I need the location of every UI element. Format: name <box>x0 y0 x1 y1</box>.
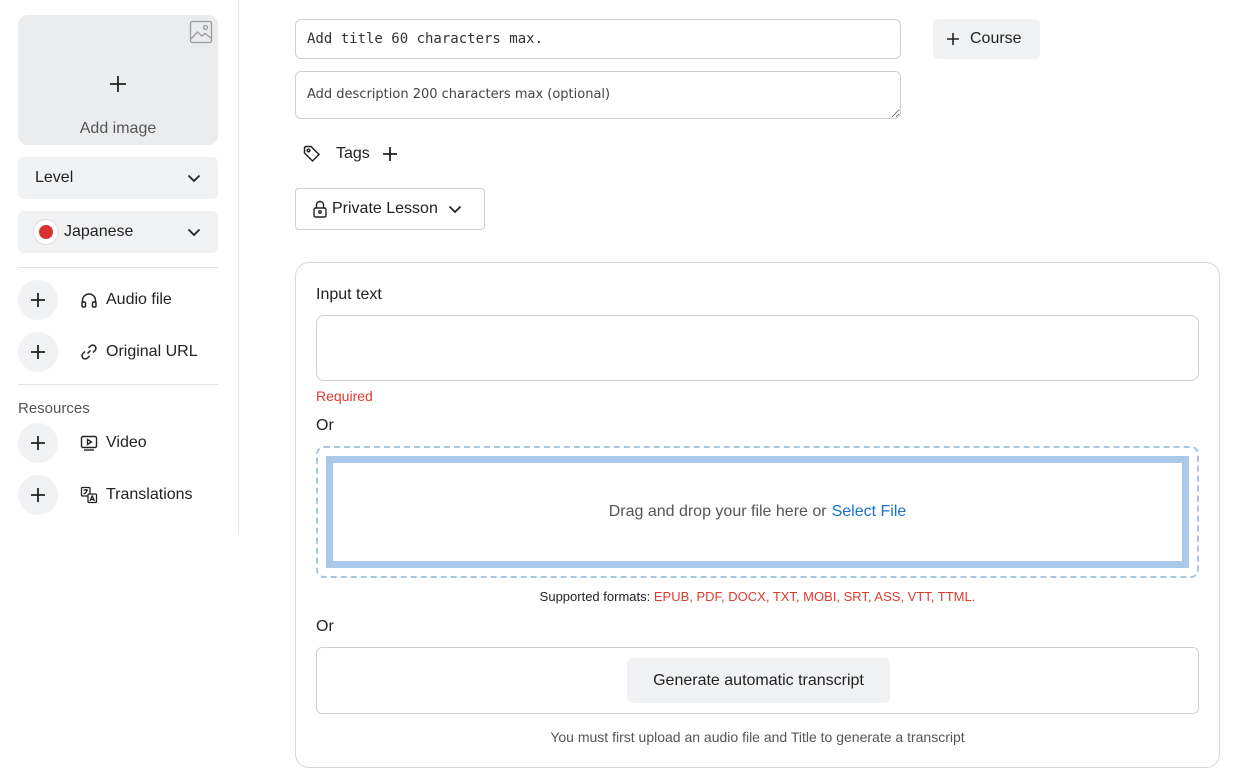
image-icon <box>189 20 213 44</box>
plus-icon <box>18 75 218 98</box>
file-dropzone[interactable]: Drag and drop your file here or Select F… <box>316 446 1199 578</box>
or-separator: Or <box>316 417 334 434</box>
sidebar-item-audio-file[interactable]: Audio file <box>18 280 228 320</box>
link-icon <box>81 344 97 360</box>
level-select[interactable]: Level <box>18 157 218 199</box>
dropzone-inner: Drag and drop your file here or Select F… <box>326 456 1189 568</box>
sidebar-divider <box>18 267 218 268</box>
sidebar-item-original-url[interactable]: Original URL <box>18 332 228 372</box>
sidebar-item-label: Translations <box>106 486 193 503</box>
sidebar-item-label: Original URL <box>106 343 198 360</box>
tags-row: Tags <box>303 143 398 165</box>
translate-icon <box>80 486 98 504</box>
add-tag-button[interactable] <box>382 146 398 162</box>
plus-icon <box>31 293 45 307</box>
description-input[interactable] <box>295 71 901 119</box>
formats-prefix: Supported formats: <box>539 589 651 604</box>
chevron-down-icon <box>187 174 201 183</box>
add-translations-button[interactable] <box>18 475 58 515</box>
add-url-button[interactable] <box>18 332 58 372</box>
select-file-link[interactable]: Select File <box>832 503 907 521</box>
tag-icon <box>303 145 321 163</box>
formats-list: EPUB, PDF, DOCX, TXT, MOBI, SRT, ASS, VT… <box>653 589 976 604</box>
supported-formats: Supported formats: EPUB, PDF, DOCX, TXT,… <box>296 589 1219 604</box>
add-course-button[interactable]: Course <box>933 19 1040 59</box>
sidebar-item-label: Video <box>106 434 147 451</box>
privacy-label: Private Lesson <box>332 200 438 217</box>
input-text-label: Input text <box>316 286 382 303</box>
generate-transcript-button[interactable]: Generate automatic transcript <box>627 658 890 703</box>
video-icon <box>80 435 98 451</box>
chevron-down-icon <box>448 205 461 214</box>
dropzone-text: Drag and drop your file here or <box>608 503 827 520</box>
sidebar-item-label: Audio file <box>106 291 172 308</box>
transcript-note: You must first upload an audio file and … <box>550 729 965 745</box>
plus-icon <box>31 488 45 502</box>
language-select[interactable]: Japanese <box>18 211 218 253</box>
course-label: Course <box>970 30 1022 47</box>
input-text-field[interactable] <box>316 315 1199 381</box>
required-message: Required <box>316 388 373 404</box>
headphones-icon <box>81 293 97 308</box>
sidebar: Add image Level Japanese Audio file Orig… <box>0 0 239 535</box>
sidebar-item-video[interactable]: Video <box>18 423 228 463</box>
plus-icon <box>31 345 45 359</box>
resources-heading: Resources <box>18 400 90 417</box>
transcript-box: Generate automatic transcript <box>316 647 1199 714</box>
add-image-label: Add image <box>79 120 157 137</box>
sidebar-divider <box>18 384 218 385</box>
plus-icon <box>382 147 397 161</box>
input-text-panel: Input text Required Or Drag and drop you… <box>295 262 1220 768</box>
language-label: Japanese <box>64 223 134 240</box>
privacy-select[interactable]: Private Lesson <box>295 188 485 230</box>
add-image-button[interactable]: Add image <box>18 15 218 145</box>
lock-icon <box>313 200 327 218</box>
sidebar-item-translations[interactable]: Translations <box>18 475 228 515</box>
plus-icon <box>947 33 959 45</box>
title-input[interactable] <box>295 19 901 59</box>
tags-label: Tags <box>336 145 370 162</box>
or-separator: Or <box>316 618 334 635</box>
chevron-down-icon <box>187 228 201 237</box>
japan-flag-icon <box>33 219 59 245</box>
add-audio-button[interactable] <box>18 280 58 320</box>
add-video-button[interactable] <box>18 423 58 463</box>
level-label: Level <box>35 169 74 186</box>
plus-icon <box>31 436 45 450</box>
